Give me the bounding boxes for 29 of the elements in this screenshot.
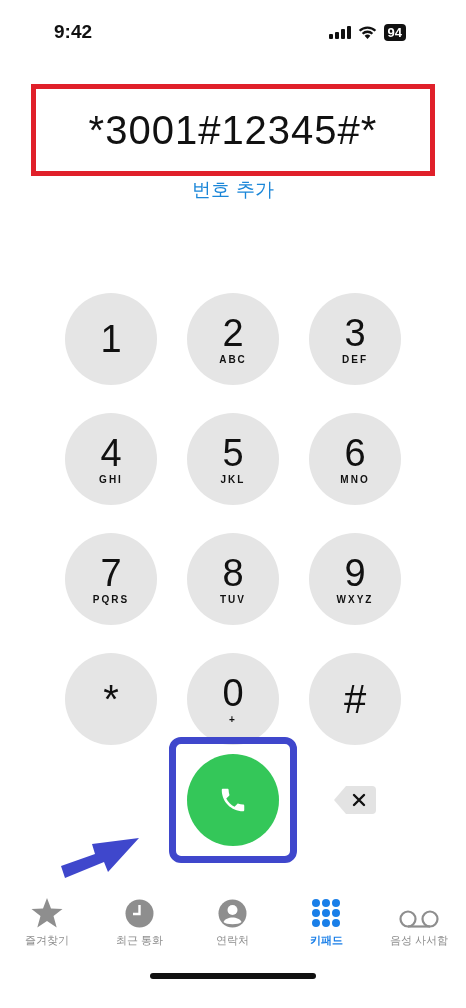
keypad-icon: [311, 898, 342, 928]
tab-item[interactable]: 키패드: [279, 896, 373, 948]
tab-item[interactable]: 음성 사서함: [372, 896, 466, 948]
signal-icon: [328, 25, 351, 39]
tab-item[interactable]: 최근 통화: [93, 896, 187, 948]
keypad-key[interactable]: 6 MNO: [309, 413, 401, 505]
keypad-key[interactable]: 5 JKL: [187, 413, 279, 505]
keypad-key[interactable]: *: [65, 653, 157, 745]
keypad-key[interactable]: 1: [65, 293, 157, 385]
keypad-key[interactable]: 0 +: [187, 653, 279, 745]
add-number-link[interactable]: 번호 추가: [192, 177, 274, 203]
wifi-icon: [357, 25, 377, 39]
keypad-key[interactable]: 3 DEF: [309, 293, 401, 385]
tab-item[interactable]: 즐겨찾기: [0, 896, 94, 948]
keypad-key[interactable]: 7 PQRS: [65, 533, 157, 625]
contact-icon: [218, 899, 248, 928]
battery-level: 94: [383, 23, 406, 41]
delete-icon[interactable]: [334, 786, 376, 814]
keypad-key[interactable]: 4 GHI: [65, 413, 157, 505]
status-time: 9:42: [54, 21, 93, 43]
star-icon: [30, 898, 63, 928]
clock-icon: [125, 899, 155, 928]
dialed-number: *3001#12345#*: [31, 84, 435, 176]
voicemail-icon: [399, 910, 440, 928]
keypad-key[interactable]: #: [309, 653, 401, 745]
keypad-key[interactable]: 2 ABC: [187, 293, 279, 385]
tab-item[interactable]: 연락처: [186, 896, 280, 948]
keypad-key[interactable]: 8 TUV: [187, 533, 279, 625]
keypad-key[interactable]: 9 WXYZ: [309, 533, 401, 625]
